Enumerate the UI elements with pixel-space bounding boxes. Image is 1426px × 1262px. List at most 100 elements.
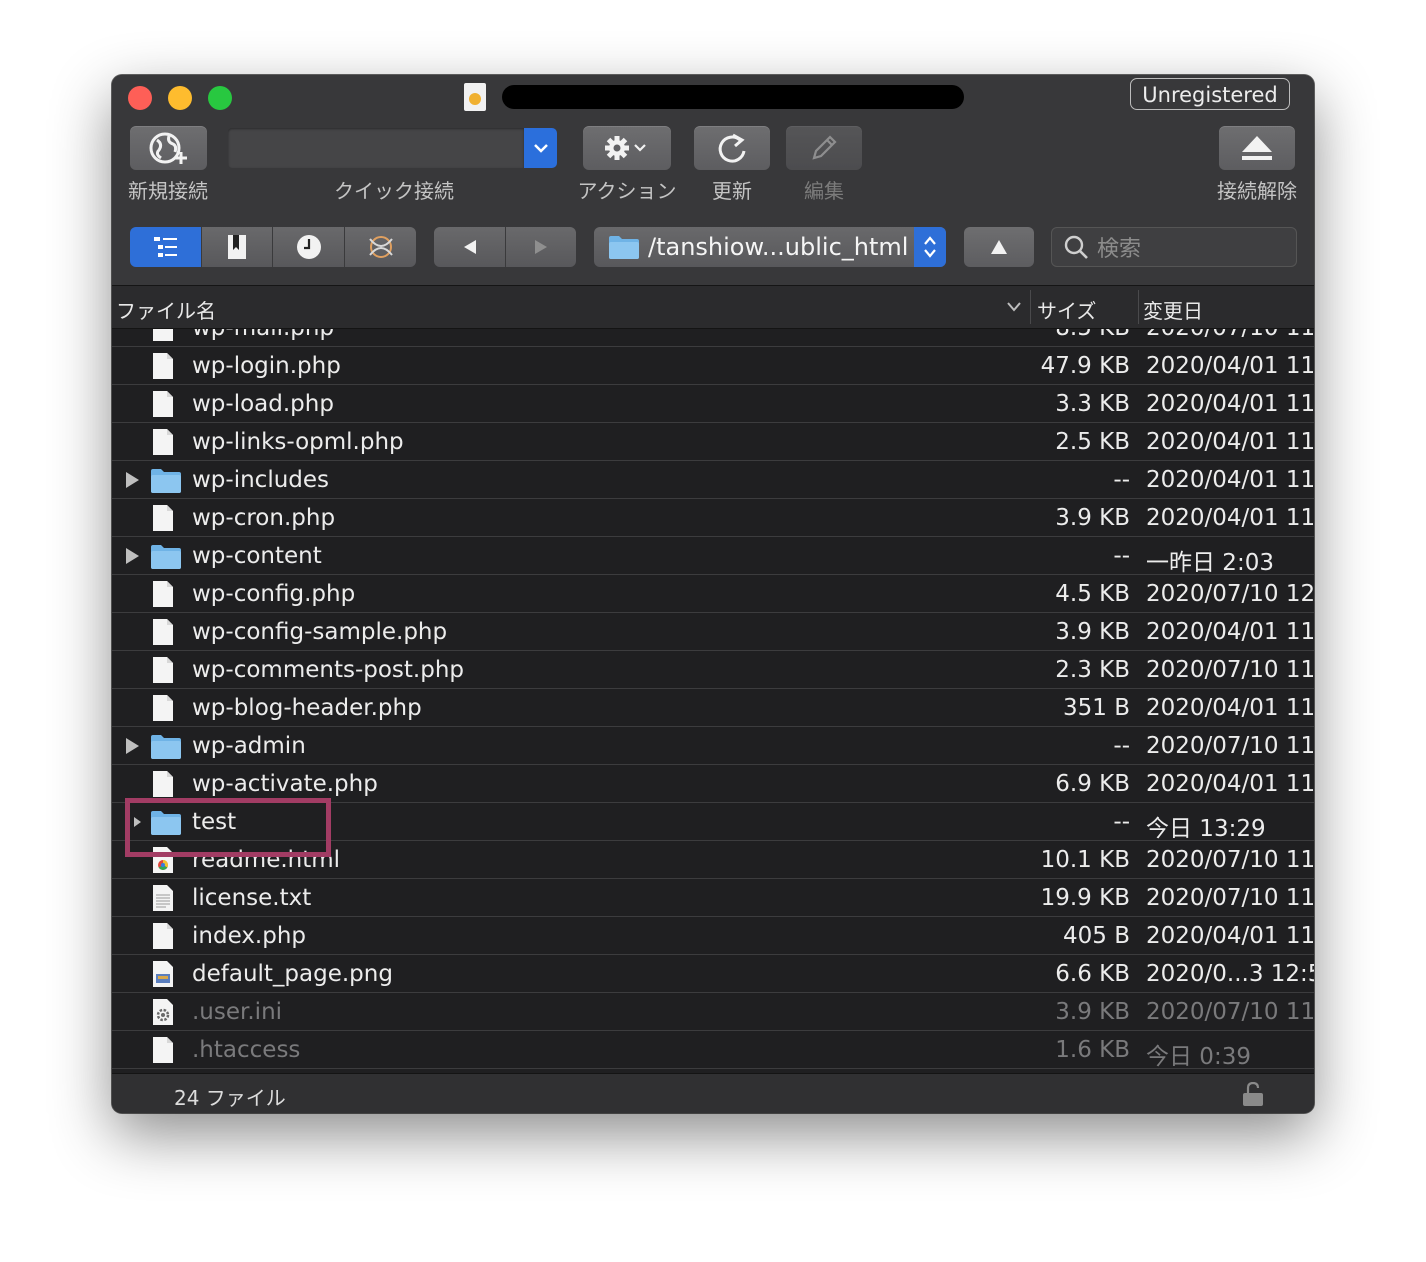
- file-name: index.php: [192, 923, 307, 949]
- file-date: 2020/07/10 12:: [1146, 581, 1314, 607]
- new-connection-label: 新規接続: [128, 179, 208, 203]
- unlocked-icon[interactable]: [1242, 1082, 1264, 1106]
- file-row[interactable]: wp-activate.php 6.9 KB 2020/04/01 11:: [112, 765, 1314, 803]
- file-size: 351 B: [1063, 695, 1130, 721]
- column-filename[interactable]: ファイル名: [116, 295, 216, 324]
- zoom-window-button[interactable]: [208, 86, 232, 110]
- file-date: 2020/04/01 11:: [1146, 429, 1314, 455]
- close-window-button[interactable]: [128, 86, 152, 110]
- file-date: 2020/07/10 11:3: [1146, 329, 1314, 341]
- file-date: 今日 13:29: [1146, 816, 1266, 842]
- quick-connect-dropdown[interactable]: [524, 128, 557, 168]
- current-path: /tanshiow...ublic_html: [648, 233, 909, 261]
- file-row[interactable]: test -- 今日 13:29: [112, 803, 1314, 842]
- search-placeholder: 検索: [1097, 237, 1142, 262]
- file-size: 3.9 KB: [1055, 619, 1130, 645]
- file-rows: wp-mail.php 8.5 KB 2020/07/10 11:3 wp-login…: [112, 329, 1314, 1070]
- disclosure-triangle-icon[interactable]: [126, 738, 139, 754]
- disclosure-triangle-icon[interactable]: [134, 817, 141, 827]
- file-name: wp-comments-post.php: [192, 657, 465, 683]
- action-label: アクション: [577, 179, 677, 203]
- file-name: test: [192, 809, 237, 835]
- bonjour-button[interactable]: [345, 227, 416, 267]
- file-size: 47.9 KB: [1040, 353, 1130, 379]
- file-size: 10.1 KB: [1040, 847, 1130, 873]
- file-row[interactable]: wp-links-opml.php 2.5 KB 2020/04/01 11:: [112, 423, 1314, 461]
- folder-icon: [609, 236, 639, 259]
- file-row[interactable]: wp-cron.php 3.9 KB 2020/04/01 11:: [112, 499, 1314, 537]
- disclosure-triangle-icon[interactable]: [126, 548, 139, 564]
- config-file-icon: [153, 999, 173, 1025]
- file-row[interactable]: readme.html 10.1 KB 2020/07/10 11:3: [112, 841, 1314, 879]
- minimize-window-button[interactable]: [168, 86, 192, 110]
- quick-connect-field[interactable]: [228, 128, 524, 168]
- file-list[interactable]: wp-mail.php 8.5 KB 2020/07/10 11:3 wp-login…: [112, 329, 1314, 1072]
- browser-view-button[interactable]: [130, 227, 202, 267]
- action-button[interactable]: [583, 126, 671, 170]
- bookmarks-button[interactable]: [202, 227, 273, 267]
- file-size: 6.6 KB: [1055, 961, 1130, 987]
- file-row[interactable]: .htaccess 1.6 KB 今日 0:39: [112, 1031, 1314, 1070]
- file-date: 2020/04/01 11:: [1146, 353, 1314, 379]
- forward-button[interactable]: [506, 227, 576, 267]
- app-window: Unregistered 新規接続 クイック接続 アクション 更新 編集 接続解…: [112, 75, 1314, 1113]
- file-icon: [153, 391, 173, 417]
- file-row[interactable]: wp-mail.php 8.5 KB 2020/07/10 11:3: [112, 329, 1314, 347]
- file-size: 405 B: [1063, 923, 1130, 949]
- folder-icon: [151, 469, 181, 493]
- file-name: wp-login.php: [192, 353, 341, 379]
- path-stepper[interactable]: [914, 227, 946, 267]
- file-count: 24 ファイル: [174, 1086, 286, 1110]
- quick-connect-label: クイック接続: [334, 179, 454, 203]
- file-row[interactable]: wp-login.php 47.9 KB 2020/04/01 11:: [112, 347, 1314, 385]
- edit-button[interactable]: [786, 126, 862, 170]
- disclosure-triangle-icon[interactable]: [126, 472, 139, 488]
- path-popup[interactable]: /tanshiow...ublic_html: [594, 227, 946, 267]
- search-field[interactable]: 検索: [1051, 227, 1297, 267]
- eject-icon: [1242, 136, 1272, 160]
- up-down-chevron-icon: [924, 236, 936, 258]
- file-row[interactable]: wp-blog-header.php 351 B 2020/04/01 11:: [112, 689, 1314, 727]
- file-row[interactable]: license.txt 19.9 KB 2020/07/10 11:3: [112, 879, 1314, 917]
- bookmark-icon: [228, 235, 246, 259]
- file-row[interactable]: .user.ini 3.9 KB 2020/07/10 11:3: [112, 993, 1314, 1031]
- file-size: 6.9 KB: [1055, 771, 1130, 797]
- new-connection-button[interactable]: [130, 126, 207, 170]
- file-date: 今日 0:39: [1146, 1044, 1251, 1070]
- file-row[interactable]: wp-config.php 4.5 KB 2020/07/10 12:: [112, 575, 1314, 613]
- file-row[interactable]: index.php 405 B 2020/04/01 11:: [112, 917, 1314, 955]
- file-icon: [153, 353, 173, 379]
- file-row[interactable]: wp-admin -- 2020/07/10 11:3: [112, 727, 1314, 765]
- file-row[interactable]: wp-load.php 3.3 KB 2020/04/01 11:: [112, 385, 1314, 423]
- back-button[interactable]: [434, 227, 506, 267]
- file-size: 3.9 KB: [1055, 505, 1130, 531]
- file-row[interactable]: default_page.png 6.6 KB 2020/0...3 12:5: [112, 955, 1314, 993]
- pencil-icon: [812, 135, 837, 160]
- status-bar: 24 ファイル: [112, 1073, 1314, 1113]
- unregistered-badge[interactable]: Unregistered: [1130, 78, 1290, 110]
- file-row[interactable]: wp-comments-post.php 2.3 KB 2020/07/10 11:…: [112, 651, 1314, 689]
- column-divider[interactable]: [1030, 290, 1031, 324]
- history-button[interactable]: [273, 227, 345, 267]
- file-row[interactable]: wp-content -- 一昨日 2:03: [112, 537, 1314, 576]
- column-divider[interactable]: [1138, 290, 1139, 324]
- file-date: 2020/07/10 11:3: [1146, 733, 1314, 759]
- file-icon: [153, 695, 173, 721]
- file-name: wp-config.php: [192, 581, 356, 607]
- file-name: wp-config-sample.php: [192, 619, 448, 645]
- file-row[interactable]: wp-includes -- 2020/04/01 11:: [112, 461, 1314, 499]
- column-modified[interactable]: 変更日: [1143, 295, 1203, 324]
- html-file-icon: [153, 847, 173, 873]
- disconnect-button[interactable]: [1219, 126, 1295, 170]
- column-size[interactable]: サイズ: [1037, 295, 1096, 324]
- sort-chevron-icon[interactable]: [1006, 301, 1022, 313]
- refresh-button[interactable]: [694, 126, 770, 170]
- gear-icon: [605, 136, 646, 160]
- up-arrow-icon: [991, 240, 1007, 254]
- parent-directory-button[interactable]: [964, 227, 1034, 267]
- file-name: wp-mail.php: [192, 329, 334, 341]
- file-row[interactable]: wp-config-sample.php 3.9 KB 2020/04/01 11:: [112, 613, 1314, 651]
- file-name: wp-activate.php: [192, 771, 378, 797]
- file-name: wp-load.php: [192, 391, 334, 417]
- forward-arrow-icon: [535, 240, 547, 254]
